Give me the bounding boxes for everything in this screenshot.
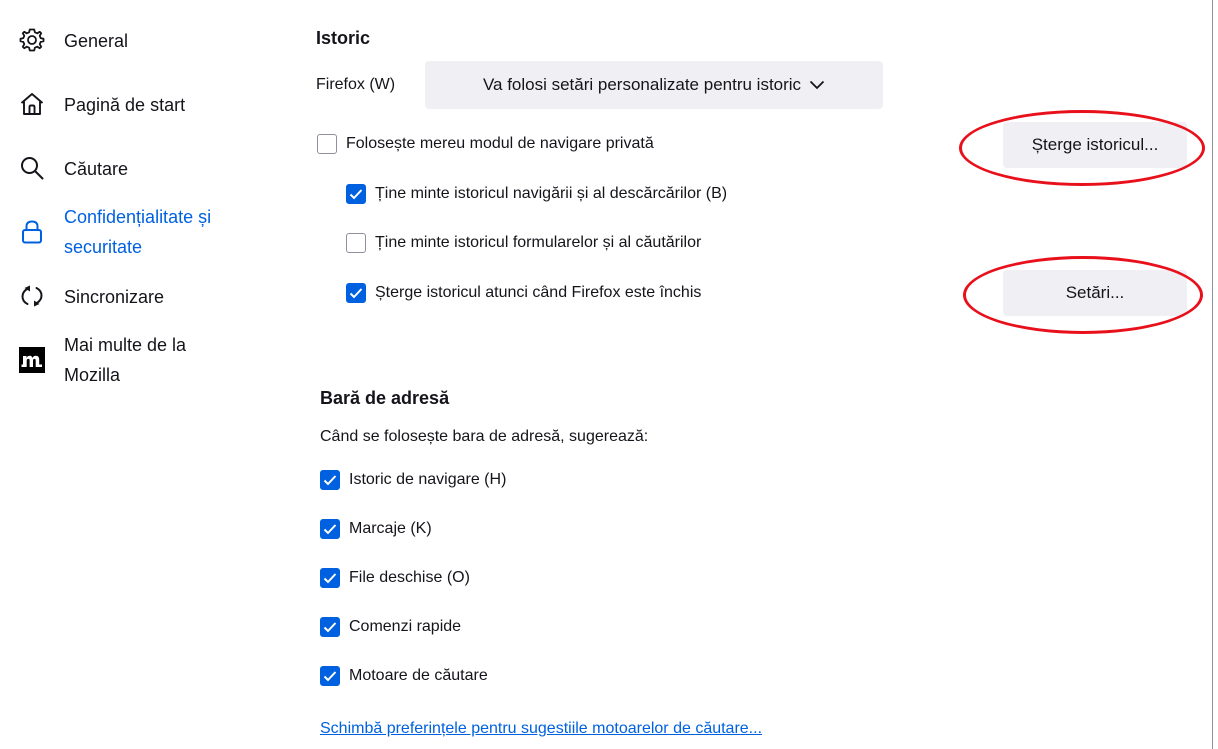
suggest-search-engines-label: Motoare de căutare: [349, 667, 488, 684]
checkmark-icon: [349, 288, 363, 299]
remember-forms-checkbox[interactable]: [346, 233, 366, 253]
sidebar-item-more-from-mozilla[interactable]: Mai multe de la Mozilla: [18, 330, 186, 390]
sidebar-item-label-line1: Confidențialitate și: [64, 207, 212, 227]
remember-browsing-option[interactable]: Ține minte istoricul navigării și al des…: [346, 184, 727, 204]
sidebar-item-home[interactable]: Pagină de start: [18, 90, 185, 120]
suggest-bookmarks-checkbox[interactable]: [320, 519, 340, 539]
suggest-open-tabs-checkbox[interactable]: [320, 568, 340, 588]
suggest-bookmarks-option[interactable]: Marcaje (K): [320, 519, 432, 539]
suggest-search-engines-option[interactable]: Motoare de căutare: [320, 666, 488, 686]
sync-icon: [18, 282, 46, 310]
private-mode-option[interactable]: Folosește mereu modul de navigare privat…: [317, 134, 654, 154]
window-right-border: [1212, 0, 1213, 749]
sidebar-item-label: Pagină de start: [64, 95, 186, 115]
checkmark-icon: [349, 189, 363, 200]
firefox-will-label: Firefox (W): [316, 76, 396, 93]
history-mode-dropdown[interactable]: Va folosi setări personalizate pentru is…: [425, 61, 883, 109]
clear-on-close-option[interactable]: Șterge istoricul atunci când Firefox est…: [346, 283, 701, 303]
private-mode-label: Folosește mereu modul de navigare privat…: [346, 135, 654, 152]
clear-on-close-checkbox[interactable]: [346, 283, 366, 303]
lock-icon: [18, 218, 46, 246]
suggest-shortcuts-checkbox[interactable]: [320, 617, 340, 637]
history-title: Istoric: [316, 28, 371, 48]
sidebar-item-general[interactable]: General: [18, 26, 128, 56]
suggest-history-checkbox[interactable]: [320, 470, 340, 490]
suggest-open-tabs-label: File deschise (O): [349, 569, 470, 586]
suggest-open-tabs-option[interactable]: File deschise (O): [320, 568, 470, 588]
suggest-history-label: Istoric de navigare (H): [349, 471, 507, 488]
gear-icon: [18, 26, 46, 54]
checkmark-icon: [323, 573, 337, 584]
chevron-down-icon: [809, 80, 825, 90]
history-settings-button[interactable]: Setări...: [1003, 270, 1187, 316]
remember-forms-option[interactable]: Ține minte istoricul formularelor și al …: [346, 233, 701, 253]
sidebar-item-label-line2: Mozilla: [64, 365, 121, 385]
change-search-suggestion-prefs-link[interactable]: Schimbă preferințele pentru sugestiile m…: [320, 720, 762, 738]
suggest-shortcuts-option[interactable]: Comenzi rapide: [320, 617, 461, 637]
mozilla-m-icon: [18, 346, 46, 374]
sidebar-item-label: Mai multe de la Mozilla: [64, 330, 186, 390]
remember-browsing-checkbox[interactable]: [346, 184, 366, 204]
checkmark-icon: [323, 671, 337, 682]
suggest-shortcuts-label: Comenzi rapide: [349, 618, 462, 635]
home-icon: [18, 90, 46, 118]
checkmark-icon: [323, 622, 337, 633]
sidebar-item-label: General: [64, 31, 129, 51]
suggest-history-option[interactable]: Istoric de navigare (H): [320, 470, 506, 490]
sidebar-item-label-line1: Mai multe de la: [64, 335, 187, 355]
suggest-search-engines-checkbox[interactable]: [320, 666, 340, 686]
sidebar-item-label: Confidențialitate și securitate: [64, 202, 211, 262]
sidebar-item-privacy[interactable]: Confidențialitate și securitate: [18, 202, 211, 262]
address-bar-subtitle: Când se folosește bara de adresă, sugere…: [320, 428, 649, 445]
remember-browsing-label: Ține minte istoricul navigării și al des…: [375, 185, 728, 202]
suggest-bookmarks-label: Marcaje (K): [349, 520, 432, 537]
clear-history-button[interactable]: Șterge istoricul...: [1003, 122, 1187, 168]
history-mode-value: Va folosi setări personalizate pentru is…: [482, 75, 802, 94]
clear-on-close-label: Șterge istoricul atunci când Firefox est…: [375, 284, 702, 301]
checkmark-icon: [323, 524, 337, 535]
search-icon: [18, 154, 46, 182]
sidebar-item-search[interactable]: Căutare: [18, 154, 128, 184]
remember-forms-label: Ține minte istoricul formularelor și al …: [375, 234, 702, 251]
sidebar-item-label-line2: securitate: [64, 237, 143, 257]
address-bar-title: Bară de adresă: [320, 388, 450, 408]
private-mode-checkbox[interactable]: [317, 134, 337, 154]
checkmark-icon: [323, 475, 337, 486]
sidebar-item-label: Sincronizare: [64, 287, 165, 307]
sidebar-item-sync[interactable]: Sincronizare: [18, 282, 164, 312]
sidebar-item-label: Căutare: [64, 159, 129, 179]
